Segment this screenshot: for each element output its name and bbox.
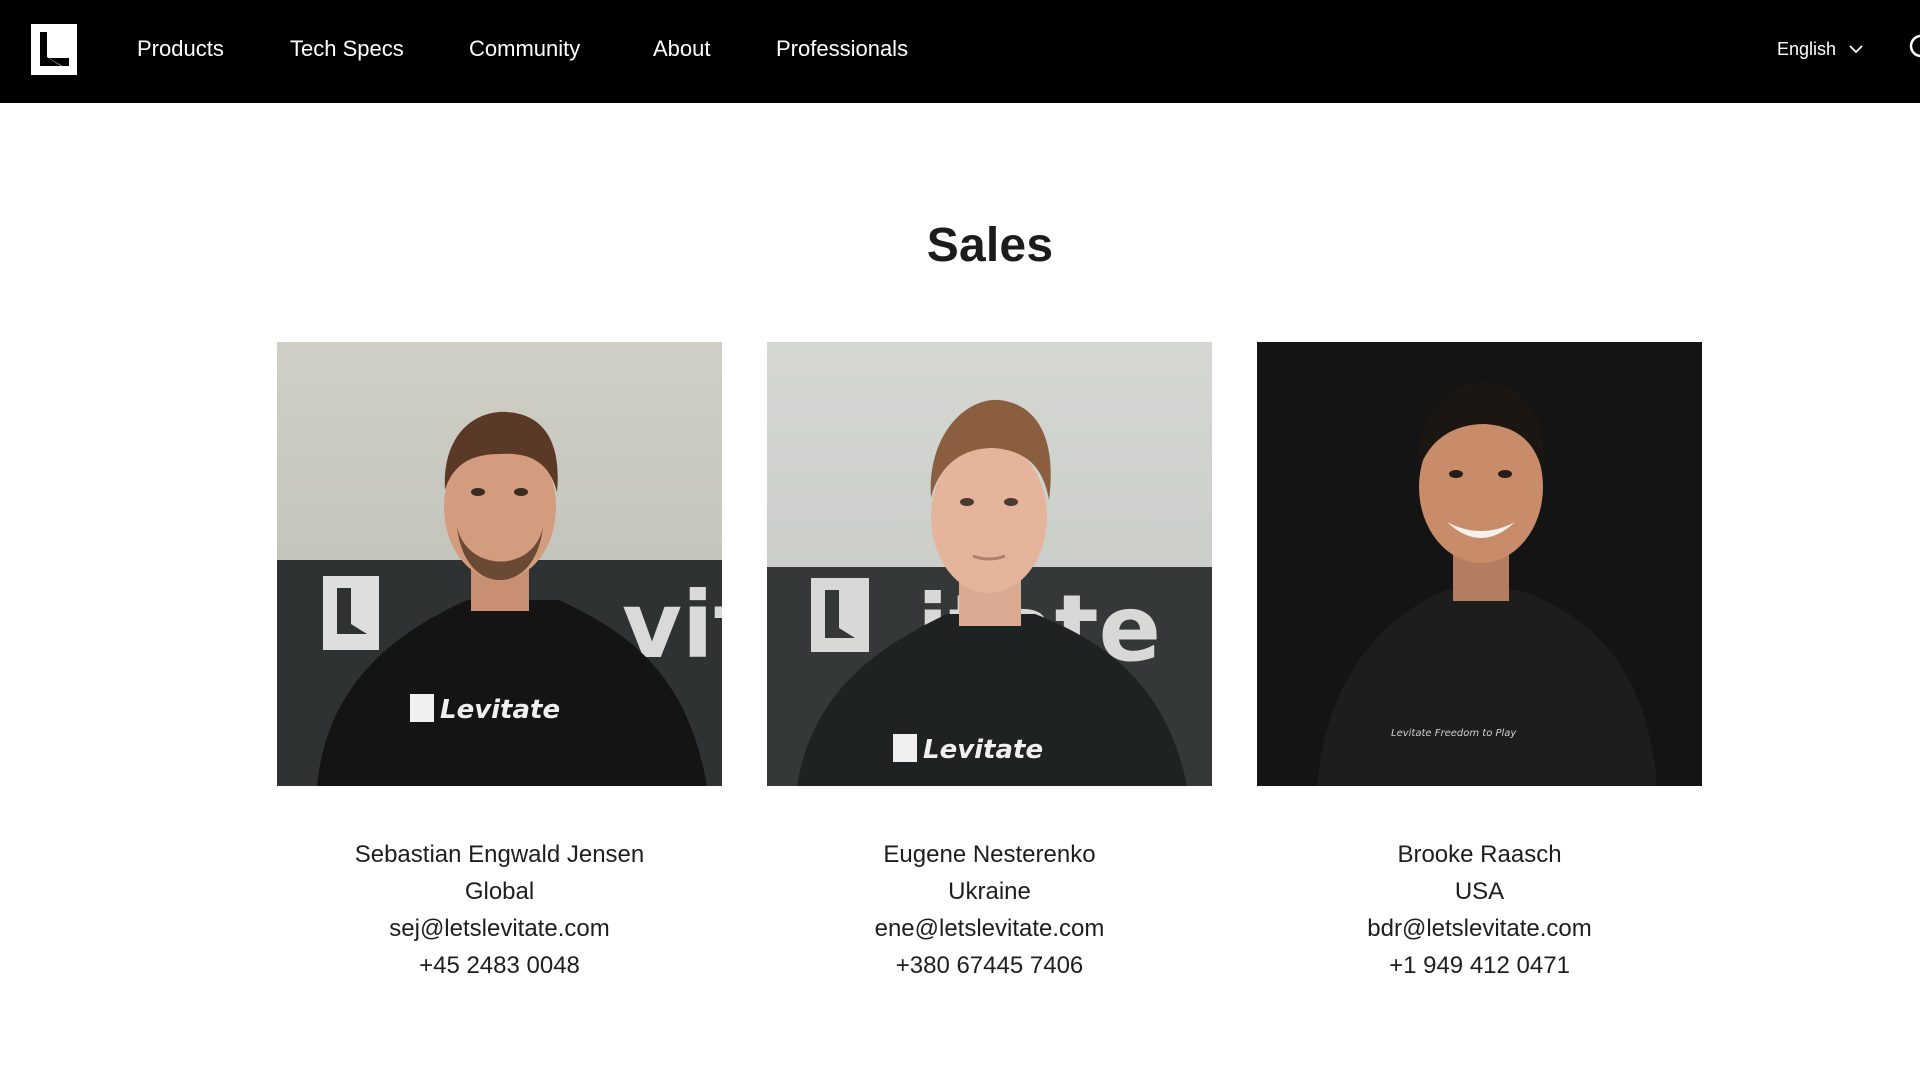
contact-name: Sebastian Engwald Jensen [354,841,645,868]
contact-region: Global [464,878,535,905]
top-navigation-bar: Products Tech Specs Community About Prof… [0,0,1920,103]
language-selector[interactable]: English [1777,36,1864,62]
sales-contact-card: vit Levitate Sebastian Engwald Jensen Gl… [277,342,722,984]
contact-region: Ukraine [948,878,1031,905]
search-icon[interactable] [1908,32,1920,64]
contact-name: Eugene Nesterenko [883,841,1096,868]
contact-details: Brooke Raasch USA bdr@letslevitate.com +… [1257,836,1702,984]
shirt-lettering: Levitate [923,735,1043,765]
sales-person-photo: Levitate Freedom to Play [1257,342,1702,786]
contact-phone-link[interactable]: +45 2483 0048 [277,947,722,984]
sales-person-photo: itate Levitate [767,342,1212,786]
sales-contact-card: Levitate Freedom to Play Brooke Raasch U… [1257,342,1702,984]
contact-email-link[interactable]: sej@letslevitate.com [277,910,722,947]
nav-tech-specs[interactable]: Tech Specs [290,33,404,65]
nav-professionals[interactable]: Professionals [776,33,908,65]
sales-contact-card: itate Levitate Eugene Nesterenko Ukraine… [767,342,1212,984]
shirt-lettering: Levitate [440,695,560,725]
contact-region: USA [1454,878,1505,905]
contact-name: Brooke Raasch [1397,841,1562,868]
contact-details: Eugene Nesterenko Ukraine ene@letslevita… [767,836,1212,984]
contact-phone-link[interactable]: +1 949 412 0471 [1257,947,1702,984]
shirt-lettering: Levitate Freedom to Play [1391,728,1517,739]
contact-email-link[interactable]: bdr@letslevitate.com [1257,910,1702,947]
contact-phone-link[interactable]: +380 67445 7406 [767,947,1212,984]
nav-community[interactable]: Community [469,33,580,65]
contact-details: Sebastian Engwald Jensen Global sej@lets… [277,836,722,984]
nav-products[interactable]: Products [137,33,224,65]
section-title: Sales [926,219,1054,272]
nav-about[interactable]: About [653,33,711,65]
contact-email-link[interactable]: ene@letslevitate.com [767,910,1212,947]
language-label: English [1777,38,1837,59]
chevron-down-icon [1848,44,1864,54]
sales-person-photo: vit Levitate [277,342,722,786]
levitate-logo-icon[interactable] [31,24,77,75]
